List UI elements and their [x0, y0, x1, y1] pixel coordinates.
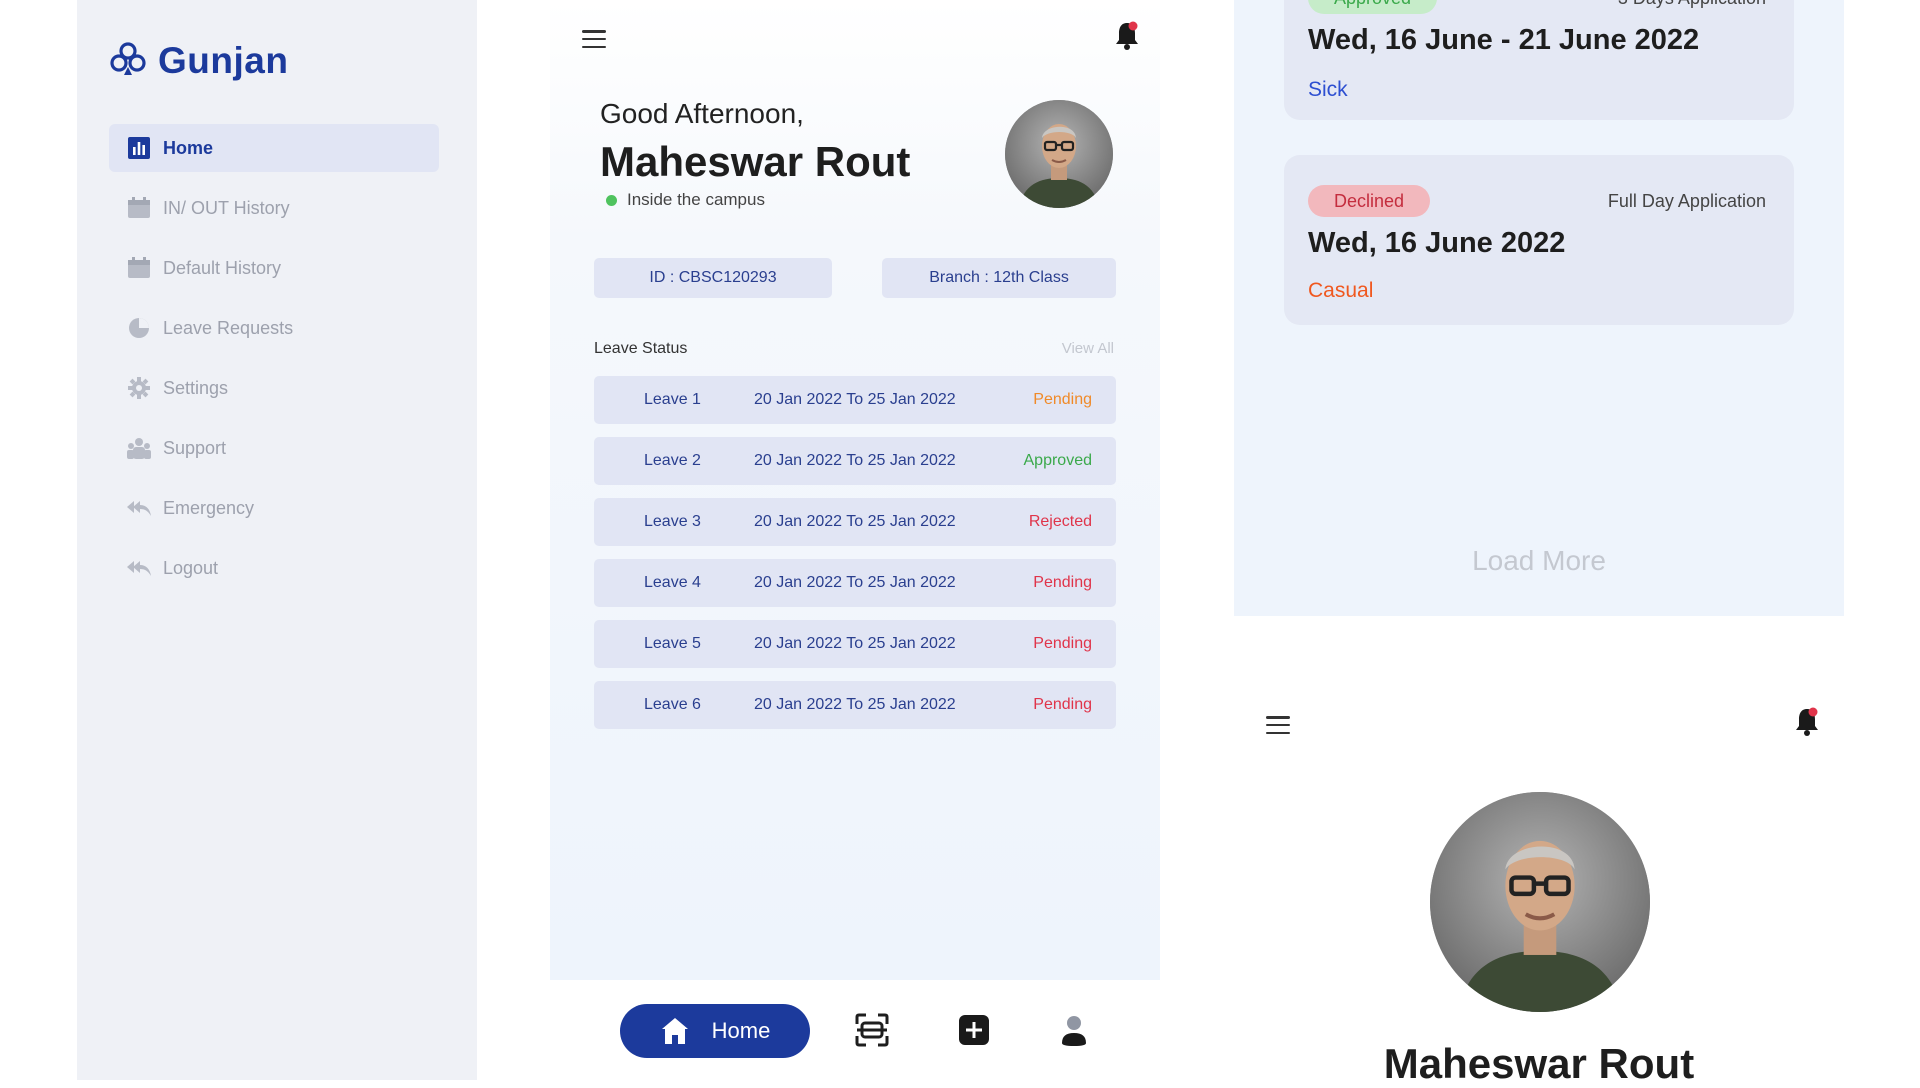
online-dot — [606, 194, 617, 206]
menu-icon[interactable] — [1266, 716, 1290, 734]
profile-name: Maheswar Rout — [1383, 1040, 1695, 1087]
avatar[interactable] — [1005, 100, 1113, 208]
pie-chart-icon — [127, 316, 151, 340]
leave-date-range: 20 Jan 2022 To 25 Jan 2022 — [754, 574, 956, 591]
leave-name: Leave 6 — [644, 696, 701, 713]
leave-status-title: Leave Status — [594, 340, 688, 357]
leave-row[interactable]: Leave 3 20 Jan 2022 To 25 Jan 2022 Rejecte… — [594, 498, 1116, 546]
profile-icon[interactable] — [1056, 1012, 1092, 1048]
approved-badge: Approved — [1308, 0, 1438, 14]
application-type: Full Day Application — [1607, 191, 1766, 211]
leave-date: Wed, 16 June - 21 June 2022 — [1308, 24, 1700, 56]
user-name: Maheswar Rout — [600, 138, 911, 185]
sidebar-item-label: Default History — [163, 257, 282, 278]
people-icon — [127, 436, 151, 460]
bell-icon[interactable] — [1794, 706, 1820, 736]
leave-row[interactable]: Leave 5 20 Jan 2022 To 25 Jan 2022 Pending — [594, 620, 1116, 668]
leave-row[interactable]: Leave 6 20 Jan 2022 To 25 Jan 2022 Pending — [594, 681, 1116, 729]
leave-status: Pending — [1033, 574, 1092, 591]
leave-kind: Sick — [1308, 78, 1348, 101]
profile-avatar[interactable] — [1430, 792, 1650, 1012]
sidebar-item-support[interactable]: Support — [109, 424, 439, 472]
sidebar-item-label: Leave Requests — [163, 317, 294, 338]
sidebar-item-label: Emergency — [163, 497, 255, 518]
student-id-pill: ID : CBSC120293 — [594, 258, 832, 298]
bottom-navigation: Home — [550, 980, 1160, 1080]
leave-date: Wed, 16 June 2022 — [1308, 227, 1566, 259]
sidebar-item-label: Logout — [163, 557, 219, 578]
sidebar-item-in-out-history[interactable]: IN/ OUT History — [109, 184, 439, 232]
home-icon — [661, 1018, 688, 1044]
leave-status: Pending — [1033, 391, 1092, 408]
leave-row[interactable]: Leave 1 20 Jan 2022 To 25 Jan 2022 Pending — [594, 376, 1116, 424]
home-screen: Good Afternoon, Maheswar Rout Inside the… — [550, 0, 1160, 980]
leave-date-range: 20 Jan 2022 To 25 Jan 2022 — [754, 391, 956, 408]
user-photo — [1005, 100, 1113, 208]
leave-date-range: 20 Jan 2022 To 25 Jan 2022 — [754, 513, 956, 530]
application-type: 3 Days Application — [1618, 0, 1766, 9]
leave-card[interactable]: Declined Full Day Application Wed, 16 Ju… — [1284, 155, 1794, 325]
profile-screen: Maheswar Rout — [1234, 616, 1844, 1087]
calendar-icon — [127, 196, 151, 220]
sidebar-item-default-history[interactable]: Default History — [109, 244, 439, 292]
leave-name: Leave 4 — [644, 574, 701, 591]
sidebar-item-home[interactable]: Home — [109, 124, 439, 172]
user-photo — [1430, 792, 1650, 1012]
branch-pill: Branch : 12th Class — [882, 258, 1116, 298]
gear-icon — [127, 376, 151, 400]
home-nav-button[interactable]: Home — [620, 1004, 810, 1058]
brand-logo[interactable]: Gunjan — [110, 40, 288, 82]
leave-date-range: 20 Jan 2022 To 25 Jan 2022 — [754, 452, 956, 469]
gunjan-logo-icon — [110, 42, 146, 75]
leave-name: Leave 3 — [644, 513, 701, 530]
leave-requests-screen: Approved 3 Days Application Wed, 16 June… — [1234, 0, 1844, 616]
leave-name: Leave 1 — [644, 391, 701, 408]
bar-chart-icon — [127, 136, 151, 160]
scan-icon[interactable] — [854, 1012, 890, 1048]
leave-name: Leave 5 — [644, 635, 701, 652]
leave-date-range: 20 Jan 2022 To 25 Jan 2022 — [754, 696, 956, 713]
menu-icon[interactable] — [582, 30, 606, 48]
add-icon[interactable] — [956, 1012, 992, 1048]
sidebar-item-leave-requests[interactable]: Leave Requests — [109, 304, 439, 352]
leave-name: Leave 2 — [644, 452, 701, 469]
bell-icon[interactable] — [1114, 20, 1140, 50]
load-more-button[interactable]: Load More — [1234, 545, 1844, 577]
presence-status: Inside the campus — [606, 190, 765, 210]
leave-date-range: 20 Jan 2022 To 25 Jan 2022 — [754, 635, 956, 652]
sidebar: Gunjan Home IN/ OUT History Default Hist… — [77, 0, 477, 1080]
view-all-link[interactable]: View All — [1062, 340, 1114, 357]
leave-row[interactable]: Leave 4 20 Jan 2022 To 25 Jan 2022 Pending — [594, 559, 1116, 607]
brand-name: Gunjan — [158, 40, 289, 81]
reply-all-icon — [127, 496, 151, 520]
greeting-text: Good Afternoon, — [600, 98, 804, 129]
sidebar-item-emergency[interactable]: Emergency — [109, 484, 439, 532]
presence-text: Inside the campus — [627, 190, 765, 209]
leave-row[interactable]: Leave 2 20 Jan 2022 To 25 Jan 2022 Approve… — [594, 437, 1116, 485]
sidebar-item-logout[interactable]: Logout — [109, 544, 439, 592]
leave-status: Pending — [1033, 696, 1092, 713]
leave-status: Rejected — [1028, 513, 1092, 530]
sidebar-item-label: IN/ OUT History — [163, 197, 290, 218]
sidebar-item-label: Home — [163, 137, 214, 158]
sidebar-item-label: Support — [163, 437, 227, 458]
leave-status: Pending — [1033, 635, 1092, 652]
home-nav-label: Home — [711, 1018, 771, 1043]
sidebar-item-label: Settings — [163, 377, 229, 398]
calendar-icon — [127, 256, 151, 280]
leave-status: Approved — [1023, 452, 1093, 469]
leave-kind: Casual — [1308, 279, 1374, 302]
reply-all-icon — [127, 556, 151, 580]
leave-card[interactable]: Approved 3 Days Application Wed, 16 June… — [1284, 0, 1794, 120]
declined-badge: Declined — [1308, 185, 1431, 217]
sidebar-item-settings[interactable]: Settings — [109, 364, 439, 412]
